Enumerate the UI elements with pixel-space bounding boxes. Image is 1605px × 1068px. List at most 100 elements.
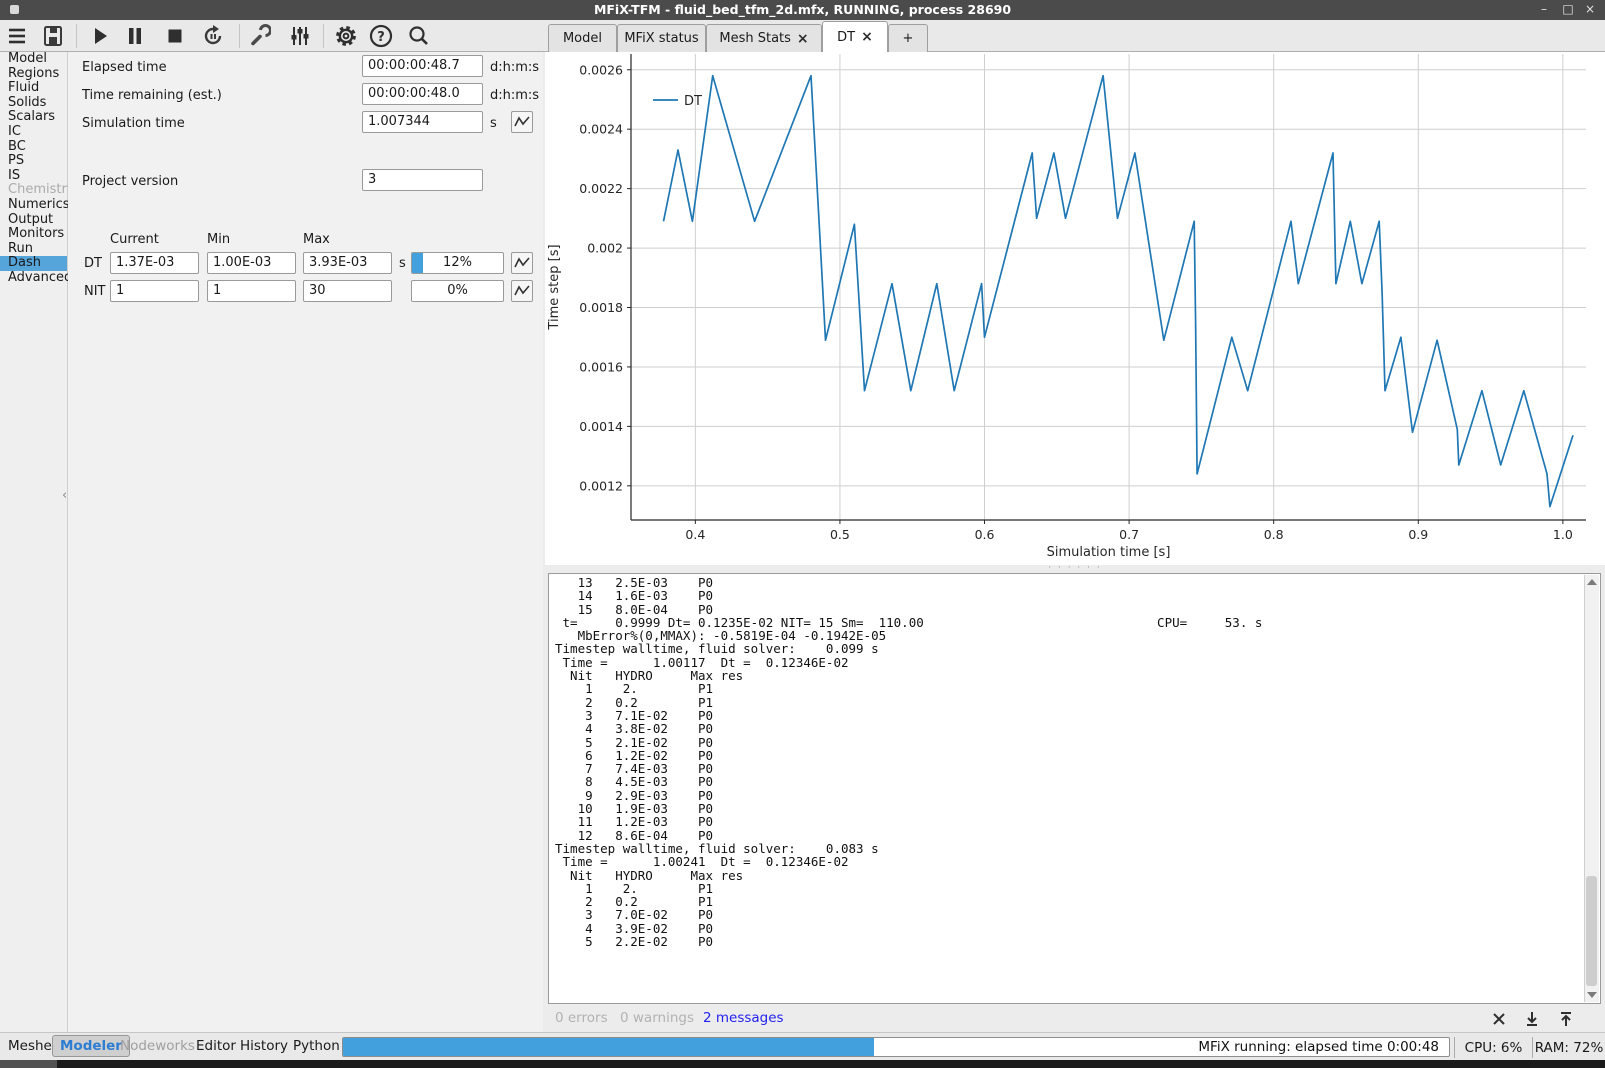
- console-scrollbar-thumb[interactable]: [1586, 876, 1597, 986]
- sidebar-item-regions[interactable]: Regions: [0, 67, 67, 82]
- stop-button[interactable]: [162, 23, 188, 49]
- nit-min-field[interactable]: 1: [207, 280, 296, 302]
- close-icon[interactable]: ×: [1581, 2, 1599, 16]
- nit-plot-button[interactable]: [511, 280, 533, 302]
- pause-button[interactable]: [122, 23, 148, 49]
- sidebar-item-is[interactable]: IS: [0, 169, 67, 184]
- new-tab-button[interactable]: +: [888, 24, 928, 52]
- svg-text:0.8: 0.8: [1264, 527, 1284, 542]
- warnings-count: 0 warnings: [620, 1010, 694, 1026]
- sidebar-item-solids[interactable]: Solids: [0, 96, 67, 111]
- dt-max-field[interactable]: 3.93E-03: [303, 252, 392, 274]
- sidebar-item-advanced[interactable]: Advanced: [0, 271, 67, 286]
- minimize-icon[interactable]: –: [1535, 2, 1553, 16]
- wrench-icon: [247, 24, 271, 48]
- bottom-scrollbar-thumb[interactable]: [0, 1060, 57, 1068]
- nit-progress-bar: 0%: [411, 280, 504, 302]
- tab-close-icon[interactable]: ×: [861, 29, 873, 45]
- mode-tab-mesher[interactable]: Mesher: [8, 1038, 57, 1054]
- messages-count[interactable]: 2 messages: [703, 1010, 784, 1026]
- time-remaining-field[interactable]: 00:00:00:48.0: [362, 83, 483, 105]
- search-icon: [406, 23, 432, 49]
- nit-current-field[interactable]: 1: [110, 280, 199, 302]
- reset-button[interactable]: [200, 23, 226, 49]
- scroll-to-top-button[interactable]: [1555, 1008, 1577, 1030]
- sidebar-item-monitors[interactable]: Monitors: [0, 227, 67, 242]
- sidebar-item-dash[interactable]: Dash: [0, 256, 67, 271]
- play-icon: [88, 24, 112, 48]
- svg-text:0.7: 0.7: [1119, 527, 1139, 542]
- svg-text:?: ?: [377, 30, 385, 45]
- sidebar-item-chemistry: Chemistry: [0, 183, 67, 198]
- dt-plot-button[interactable]: [511, 252, 533, 274]
- tab-model[interactable]: Model: [548, 24, 617, 52]
- menu-button[interactable]: [4, 23, 30, 49]
- dt-chart-panel: 0.40.50.60.70.80.91.00.00120.00140.00160…: [545, 52, 1605, 565]
- sidebar-item-run[interactable]: Run: [0, 242, 67, 257]
- parameters-button[interactable]: [287, 23, 313, 49]
- dt-min-field[interactable]: 1.00E-03: [207, 252, 296, 274]
- search-button[interactable]: [406, 23, 432, 49]
- sidebar-item-model[interactable]: Model: [0, 52, 67, 67]
- project-version-label: Project version: [82, 174, 178, 189]
- elapsed-time-field[interactable]: 00:00:00:48.7: [362, 55, 483, 77]
- tab-dt[interactable]: DT×: [822, 21, 888, 52]
- stop-icon: [163, 24, 187, 48]
- sidebar-item-numerics[interactable]: Numerics: [0, 198, 67, 213]
- run-button[interactable]: [87, 23, 113, 49]
- mode-tab-python[interactable]: Python: [293, 1038, 340, 1054]
- mode-tab-modeler[interactable]: Modeler: [52, 1035, 130, 1057]
- svg-text:0.0026: 0.0026: [579, 62, 623, 77]
- scroll-up-icon[interactable]: [1587, 579, 1597, 585]
- console-scrollbar[interactable]: [1584, 575, 1599, 1002]
- column-header-max: Max: [303, 232, 330, 247]
- settings-button[interactable]: [333, 23, 359, 49]
- hamburger-icon: [5, 24, 29, 48]
- splitter-handle[interactable]: · · · · · ·: [545, 565, 1605, 573]
- simulation-time-unit: s: [490, 116, 497, 131]
- time-remaining-unit: d:h:m:s: [490, 88, 539, 103]
- column-header-min: Min: [207, 232, 230, 247]
- project-version-field[interactable]: 3: [362, 169, 483, 191]
- simulation-time-plot-button[interactable]: [511, 111, 533, 133]
- download-arrow-icon: [1524, 1010, 1540, 1028]
- tab-mesh-stats[interactable]: Mesh Stats×: [706, 24, 822, 52]
- simulation-time-field[interactable]: 1.007344: [362, 111, 483, 133]
- nit-row-label: NIT: [84, 284, 106, 299]
- cpu-usage: CPU: 6%: [1454, 1037, 1532, 1058]
- sidebar-item-bc[interactable]: BC: [0, 140, 67, 155]
- build-button[interactable]: [246, 23, 272, 49]
- sidebar-item-scalars[interactable]: Scalars: [0, 110, 67, 125]
- panel-collapse-handle[interactable]: ‹: [62, 488, 67, 503]
- y-axis-label: Time step [s]: [547, 244, 562, 330]
- help-button[interactable]: ?: [368, 23, 394, 49]
- maximize-icon[interactable]: □: [1559, 2, 1577, 16]
- scroll-down-icon[interactable]: [1587, 992, 1597, 998]
- mode-tab-nodeworks: Nodeworks: [120, 1038, 195, 1054]
- svg-text:0.0016: 0.0016: [579, 359, 623, 374]
- svg-text:0.0014: 0.0014: [579, 419, 623, 434]
- sidebar-item-ic[interactable]: IC: [0, 125, 67, 140]
- time-remaining-label: Time remaining (est.): [82, 88, 222, 103]
- chart-legend: DT: [653, 94, 702, 109]
- bottom-scrollbar[interactable]: [0, 1060, 1605, 1068]
- console-output: 13 2.5E-03 P0 14 1.6E-03 P0 15 8.0E-04 P…: [549, 574, 1600, 948]
- toolbar-separator: [323, 24, 324, 48]
- svg-text:1.0: 1.0: [1553, 527, 1573, 542]
- solver-console: 13 2.5E-03 P0 14 1.6E-03 P0 15 8.0E-04 P…: [548, 573, 1601, 1004]
- scroll-to-bottom-button[interactable]: [1521, 1008, 1543, 1030]
- sidebar-item-output[interactable]: Output: [0, 213, 67, 228]
- save-button[interactable]: [40, 23, 66, 49]
- nit-max-field[interactable]: 30: [303, 280, 392, 302]
- clear-messages-button[interactable]: [1488, 1008, 1510, 1030]
- sidebar-item-fluid[interactable]: Fluid: [0, 81, 67, 96]
- dt-current-field[interactable]: 1.37E-03: [110, 252, 199, 274]
- mode-tab-history[interactable]: History: [240, 1038, 288, 1054]
- mode-tab-editor[interactable]: Editor: [196, 1038, 236, 1054]
- tab-mfix-status[interactable]: MFiX status: [617, 24, 706, 52]
- tab-close-icon[interactable]: ×: [797, 31, 809, 47]
- elapsed-time-unit: d:h:m:s: [490, 60, 539, 75]
- arrow-to-top-icon: [1558, 1010, 1574, 1028]
- sliders-icon: [288, 24, 312, 48]
- sidebar-item-ps[interactable]: PS: [0, 154, 67, 169]
